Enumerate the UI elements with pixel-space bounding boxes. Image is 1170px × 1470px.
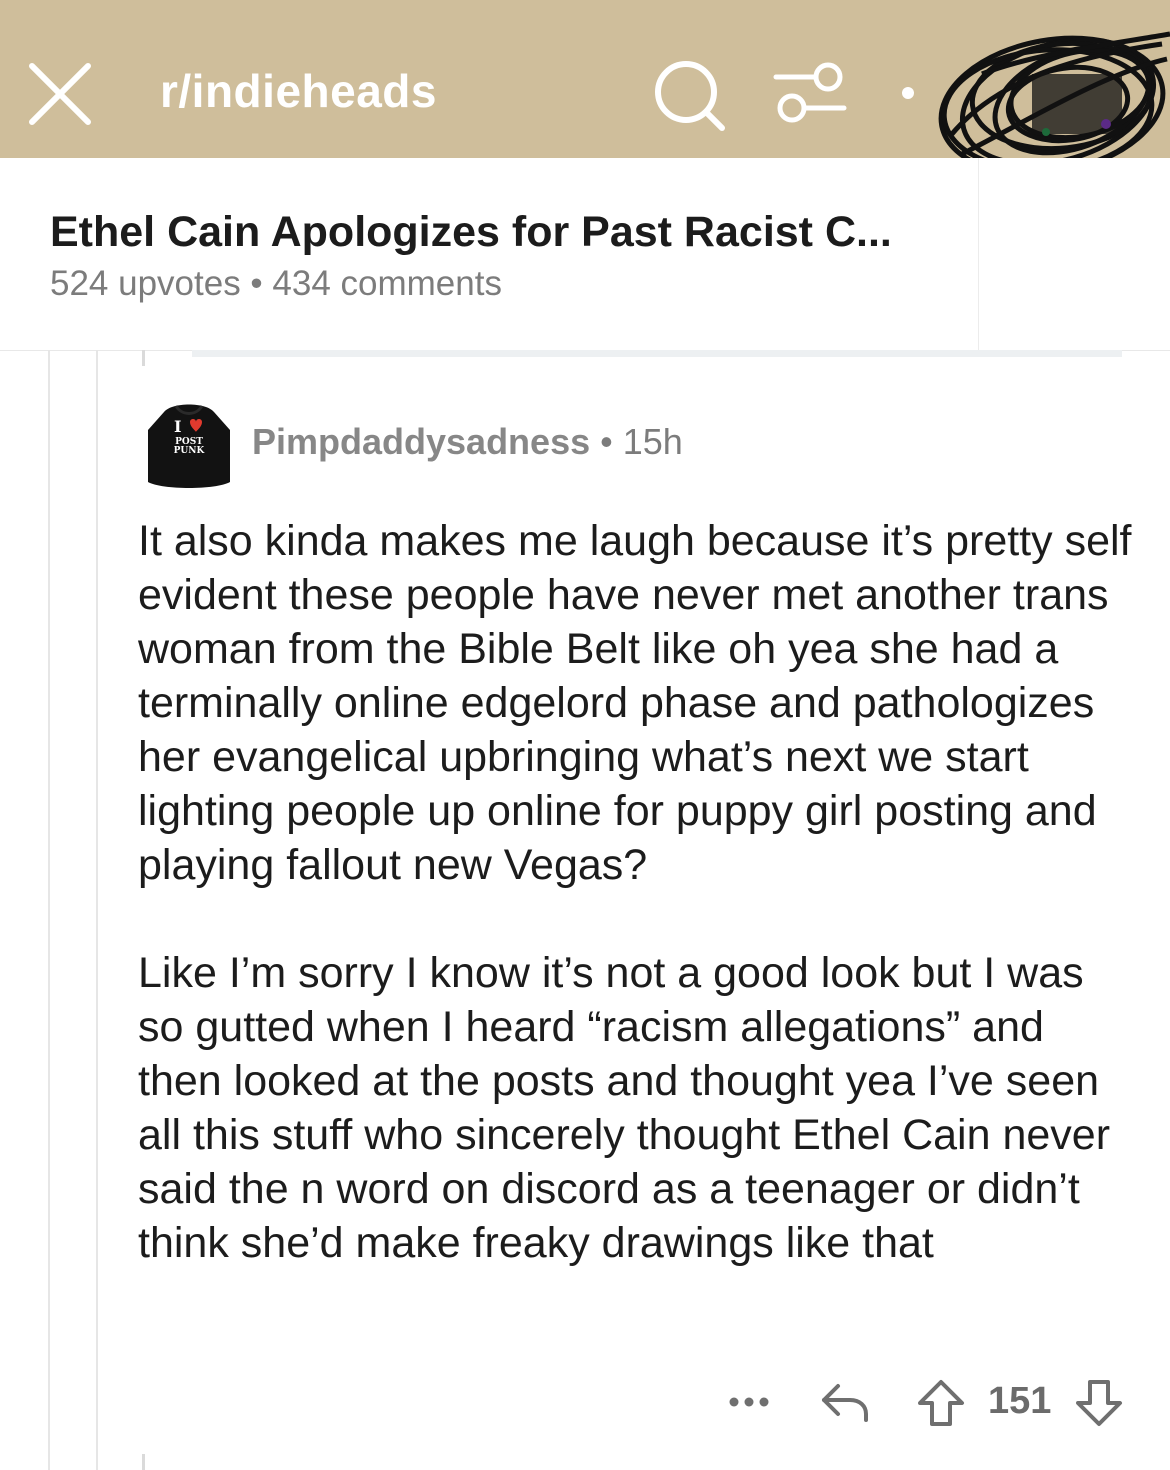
post-title[interactable]: Ethel Cain Apologizes for Past Racist C.… <box>50 208 892 257</box>
top-bar: r/indieheads <box>0 0 1170 177</box>
comment-author-line: Pimpdaddysadness • 15h <box>252 421 683 463</box>
comment-paragraph: Like I’m sorry I know it’s not a good lo… <box>138 949 1111 1267</box>
comment-paragraph: It also kinda makes me laugh because it’… <box>138 517 1132 889</box>
post-meta: 524 upvotes • 434 comments <box>50 264 502 303</box>
avatar-text: PUNK <box>174 446 206 456</box>
comment-author[interactable]: Pimpdaddysadness <box>252 421 590 462</box>
filter-icon[interactable] <box>772 60 848 126</box>
more-options-icon[interactable] <box>728 1394 770 1410</box>
meta-separator: • <box>590 421 623 462</box>
upvote-icon[interactable] <box>916 1378 966 1428</box>
vote-count: 151 <box>988 1380 1052 1422</box>
subreddit-name[interactable]: r/indieheads <box>160 64 437 118</box>
thread-tick <box>142 350 145 366</box>
reply-icon[interactable] <box>820 1380 870 1424</box>
comment-time: 15h <box>622 421 683 462</box>
thread-tick <box>142 1454 145 1470</box>
thread-line-outer[interactable] <box>48 350 50 1470</box>
avatar-text: I <box>174 417 181 436</box>
downvote-icon[interactable] <box>1074 1378 1124 1428</box>
thread-line-inner[interactable] <box>96 350 98 1470</box>
comment-separator <box>192 350 1122 357</box>
post-header[interactable]: Ethel Cain Apologizes for Past Racist C.… <box>0 158 1170 351</box>
close-icon[interactable] <box>26 60 94 128</box>
header-divider <box>978 158 979 350</box>
search-icon[interactable] <box>650 56 728 134</box>
user-avatar[interactable]: I POST PUNK <box>146 394 232 490</box>
comment-body: It also kinda makes me laugh because it’… <box>138 514 1138 1270</box>
